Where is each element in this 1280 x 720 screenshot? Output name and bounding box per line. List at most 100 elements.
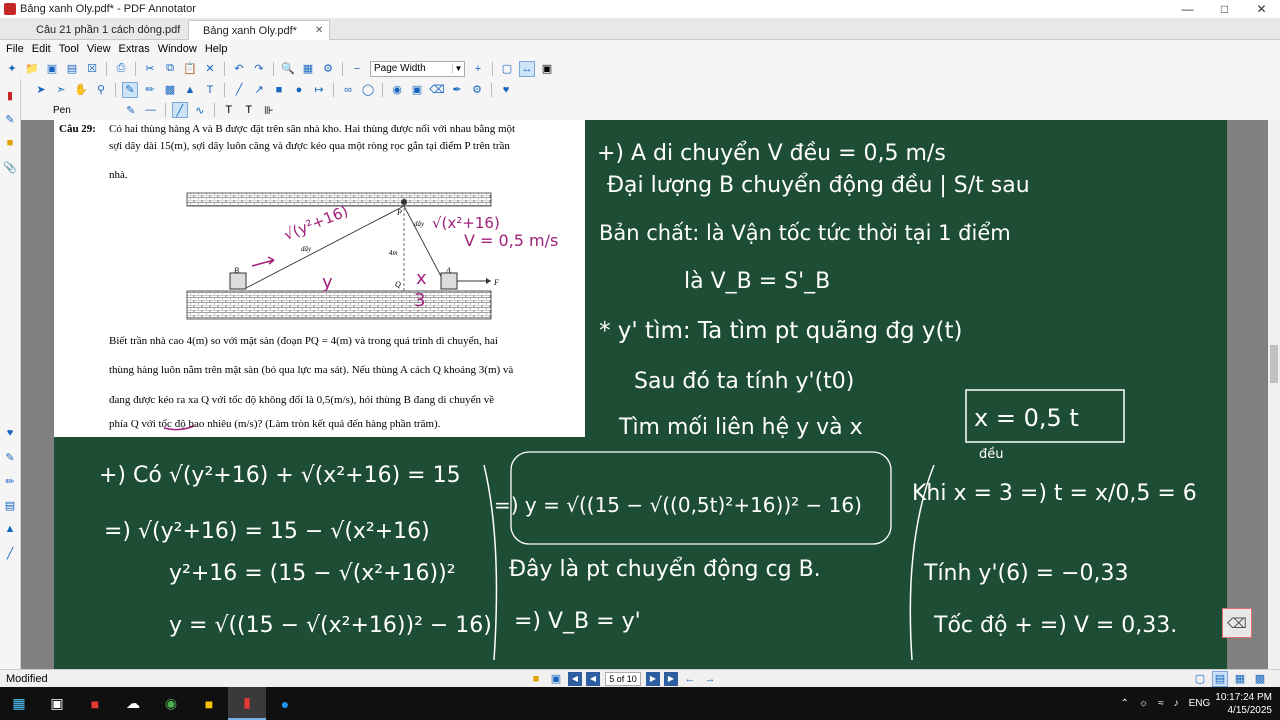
text-box-icon[interactable]: ▩ (162, 82, 178, 98)
forward-icon[interactable]: → (702, 671, 718, 687)
print-icon[interactable]: ⎙ (113, 61, 129, 77)
text-tool-icon[interactable]: T (202, 82, 218, 98)
zoom-mode-select[interactable]: Page Width ▼ (370, 60, 465, 77)
straight-line-icon[interactable]: ╱ (171, 102, 188, 118)
tab-cau21[interactable]: Câu 21 phần 1 cách dòng.pdf (0, 20, 185, 40)
ruler-side-icon[interactable]: ▤ (2, 497, 18, 513)
new-icon[interactable]: ✦ (4, 61, 20, 77)
minimize-button[interactable]: — (1169, 0, 1206, 18)
back-icon[interactable]: ← (682, 671, 698, 687)
arrow-icon[interactable]: ↗ (251, 82, 267, 98)
save-all-icon[interactable]: ▤ (64, 61, 80, 77)
line-icon[interactable]: ╱ (231, 82, 247, 98)
file-explorer-icon[interactable]: ■ (190, 687, 228, 720)
undo-icon[interactable]: ↶ (231, 61, 247, 77)
highlighter-icon[interactable]: ✏ (142, 82, 158, 98)
last-page-button[interactable]: ▶ (664, 671, 678, 686)
image-icon[interactable]: ▣ (409, 82, 425, 98)
fullscreen-icon[interactable]: ▣ (539, 61, 555, 77)
line-style-icon[interactable]: — (143, 102, 159, 118)
bookmark-icon[interactable]: ✎ (2, 111, 18, 127)
rectangle-icon[interactable]: ■ (271, 82, 287, 98)
clock[interactable]: 10:17:24 PM 4/15/2025 (1215, 691, 1272, 717)
vertical-scrollbar[interactable] (1268, 120, 1280, 669)
magnifier-icon[interactable]: ⚲ (93, 82, 109, 98)
save-icon[interactable]: ▣ (44, 61, 60, 77)
link-icon[interactable]: ∞ (340, 82, 356, 98)
app-cloud-icon[interactable]: ☁ (114, 687, 152, 720)
two-page-view-icon[interactable]: ▦ (1232, 671, 1248, 687)
copy-icon[interactable]: ⧉ (162, 61, 178, 77)
settings-icon[interactable]: ⚙ (320, 61, 336, 77)
shape-side-icon[interactable]: ╱ (2, 545, 18, 561)
zoom-icon[interactable]: ● (266, 687, 304, 720)
open-icon[interactable]: 📁 (24, 61, 40, 77)
strikethrough-icon[interactable]: ⊪ (261, 102, 277, 118)
fit-page-icon[interactable]: ▢ (499, 61, 515, 77)
pdf-page[interactable]: Câu 29: Có hai thùng hàng A và B được đặ… (54, 120, 1252, 669)
delete-icon[interactable]: ✕ (202, 61, 218, 77)
windows-start-icon[interactable]: ▦ (0, 687, 38, 720)
close-tab-icon[interactable]: ✕ (315, 25, 323, 36)
smooth-line-icon[interactable]: ∿ (192, 102, 208, 118)
grid-view-icon[interactable]: ▩ (1252, 671, 1268, 687)
pointer-icon[interactable]: ➤ (33, 82, 49, 98)
pen-tool-icon[interactable]: ✎ (122, 81, 138, 98)
single-page-view-icon[interactable]: ▢ (1192, 671, 1208, 687)
stamp-icon[interactable]: ▲ (182, 82, 198, 98)
maximize-button[interactable]: □ (1206, 0, 1243, 18)
tab-bang-xanh[interactable]: Bảng xanh Oly.pdf* ✕ (188, 20, 330, 40)
save-status-icon[interactable]: ▣ (548, 671, 564, 687)
calculator-icon[interactable]: ▣ (38, 687, 76, 720)
menu-extras[interactable]: Extras (119, 43, 150, 55)
next-page-button[interactable]: ▶ (646, 671, 660, 686)
prev-page-button[interactable]: ◀ (586, 671, 600, 686)
fit-width-icon[interactable]: ↔ (519, 60, 535, 77)
highlight-icon[interactable]: ✏ (2, 473, 18, 489)
thumbnails-icon[interactable]: ▮ (2, 87, 18, 103)
pdf-annotator-taskbar-icon[interactable]: ▮ (228, 687, 266, 720)
close-doc-icon[interactable]: ☒ (84, 61, 100, 77)
tray-chevron-icon[interactable]: ⌃ (1121, 698, 1129, 709)
network-icon[interactable]: ☼ (1139, 698, 1148, 709)
marker-icon[interactable]: ✒ (449, 82, 465, 98)
language-indicator[interactable]: ENG (1189, 698, 1211, 709)
redo-icon[interactable]: ↷ (251, 61, 267, 77)
menu-file[interactable]: File (6, 43, 24, 55)
zoom-out-icon[interactable]: − (349, 61, 365, 77)
pen-color-icon[interactable]: ✎ (123, 102, 139, 118)
tools-icon[interactable]: ⚙ (469, 82, 485, 98)
paste-icon[interactable]: 📋 (182, 61, 198, 77)
continuous-view-icon[interactable]: ▤ (1212, 670, 1228, 687)
menu-edit[interactable]: Edit (32, 43, 51, 55)
lasso-icon[interactable]: ◯ (360, 82, 376, 98)
ellipse-icon[interactable]: ● (291, 82, 307, 98)
text-bold-icon[interactable]: T (221, 102, 237, 118)
heart-icon[interactable]: ♥ (2, 425, 18, 441)
scrollbar-thumb[interactable] (1270, 345, 1278, 383)
select-mode-icon[interactable]: ▦ (300, 61, 316, 77)
menu-view[interactable]: View (87, 43, 111, 55)
app-red-green-icon[interactable]: ■ (76, 687, 114, 720)
close-button[interactable]: ✕ (1243, 0, 1280, 18)
volume-icon[interactable]: ♪ (1174, 698, 1179, 709)
floating-eraser-button[interactable]: ⌫ (1222, 608, 1252, 638)
attachment-icon[interactable]: 📎 (2, 159, 18, 175)
hand-icon[interactable]: ✋ (73, 82, 89, 98)
find-icon[interactable]: 🔍 (280, 61, 296, 77)
text-format-icon[interactable]: T (241, 102, 257, 118)
folder-icon[interactable]: ■ (2, 135, 18, 151)
chrome-icon[interactable]: ◉ (152, 687, 190, 720)
first-page-button[interactable]: ◀ (568, 671, 582, 686)
zoom-in-icon[interactable]: + (470, 61, 486, 77)
menu-tool[interactable]: Tool (59, 43, 79, 55)
page-indicator[interactable]: 5 of 10 (605, 671, 641, 686)
select-icon[interactable]: ➣ (53, 82, 69, 98)
camera-icon[interactable]: ◉ (389, 82, 405, 98)
stamp-side-icon[interactable]: ▲ (2, 521, 18, 537)
cut-icon[interactable]: ✂ (142, 61, 158, 77)
menu-help[interactable]: Help (205, 43, 228, 55)
document-view[interactable]: Câu 29: Có hai thùng hàng A và B được đặ… (21, 120, 1268, 669)
favorite-icon[interactable]: ♥ (498, 82, 514, 98)
ruler-icon[interactable]: ↦ (311, 82, 327, 98)
